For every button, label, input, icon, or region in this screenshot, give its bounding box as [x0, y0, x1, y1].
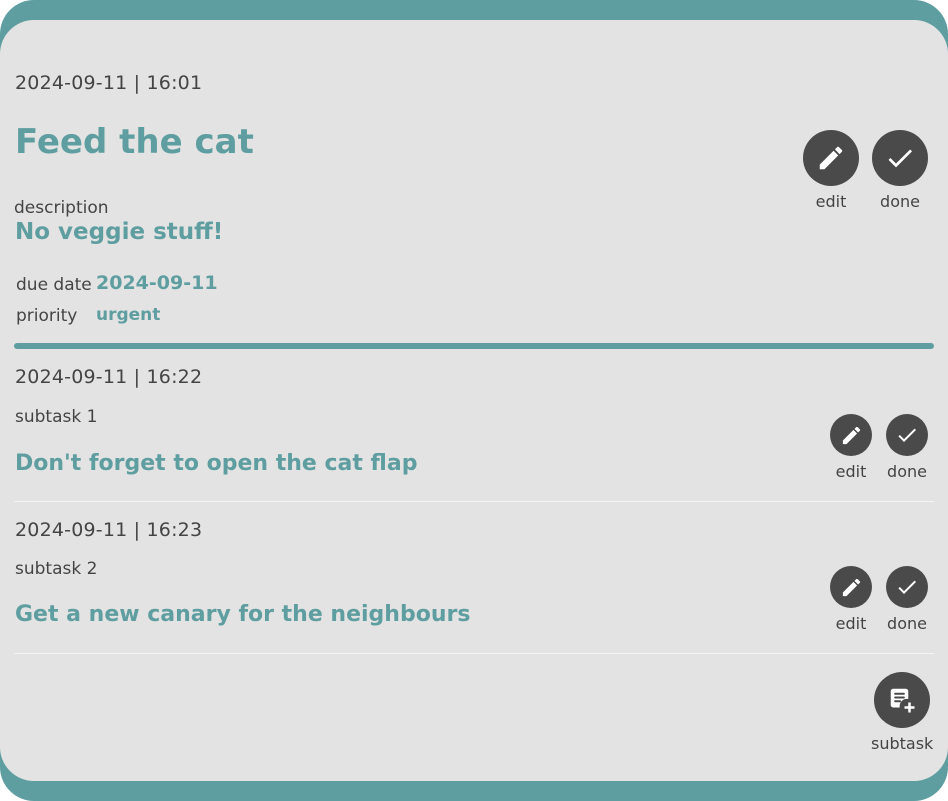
check-icon	[898, 580, 916, 594]
subtask-name: subtask 2	[15, 559, 98, 579]
subtask-divider	[14, 501, 934, 502]
subtask-divider	[14, 653, 934, 654]
due-date-value: 2024-09-11	[96, 272, 218, 294]
subtask-done-button[interactable]: done	[886, 566, 928, 633]
pencil-icon	[842, 426, 860, 444]
subtask-done-label: done	[887, 614, 927, 633]
pencil-icon	[842, 578, 860, 596]
due-date-label: due date	[16, 275, 92, 295]
subtask-edit-button[interactable]: edit	[830, 566, 872, 633]
add-subtask-label: subtask	[871, 734, 934, 753]
task-edit-label: edit	[815, 192, 847, 211]
task-done-label: done	[880, 192, 920, 211]
subtask-edit-circle[interactable]	[830, 414, 872, 456]
task-edit-button[interactable]: edit	[803, 130, 859, 211]
task-edit-circle[interactable]	[803, 130, 859, 186]
subtask-done-button[interactable]: done	[886, 414, 928, 481]
subtask-name: subtask 1	[15, 407, 98, 427]
task-card: 2024-09-11 | 16:01 Feed the cat edit don…	[0, 20, 948, 781]
subtask-text: Don't forget to open the cat flap	[15, 451, 418, 476]
task-divider	[14, 343, 934, 349]
check-icon	[898, 428, 916, 442]
subtask-done-label: done	[887, 462, 927, 481]
subtask-edit-button[interactable]: edit	[830, 414, 872, 481]
subtask-text: Get a new canary for the neighbours	[15, 602, 471, 627]
task-created-timestamp: 2024-09-11 | 16:01	[15, 72, 203, 94]
add-subtask-button[interactable]: subtask	[871, 672, 933, 753]
task-detail-frame: 2024-09-11 | 16:01 Feed the cat edit don…	[0, 0, 948, 801]
subtask-edit-label: edit	[835, 462, 867, 481]
task-done-button[interactable]: done	[872, 130, 928, 211]
note-add-icon	[890, 688, 915, 713]
subtask-done-circle[interactable]	[886, 414, 928, 456]
subtask-edit-circle[interactable]	[830, 566, 872, 608]
priority-label: priority	[16, 306, 78, 326]
add-subtask-circle[interactable]	[874, 672, 931, 728]
pencil-icon	[819, 146, 843, 170]
priority-value: urgent	[96, 305, 161, 325]
task-done-circle[interactable]	[872, 130, 928, 186]
subtask-created-timestamp: 2024-09-11 | 16:23	[15, 519, 203, 541]
check-icon	[888, 149, 912, 168]
subtask-created-timestamp: 2024-09-11 | 16:22	[15, 366, 203, 388]
description-label: description	[14, 198, 109, 218]
subtask-done-circle[interactable]	[886, 566, 928, 608]
task-title: Feed the cat	[15, 122, 254, 162]
description-value: No veggie stuff!	[15, 219, 224, 245]
subtask-edit-label: edit	[835, 614, 867, 633]
